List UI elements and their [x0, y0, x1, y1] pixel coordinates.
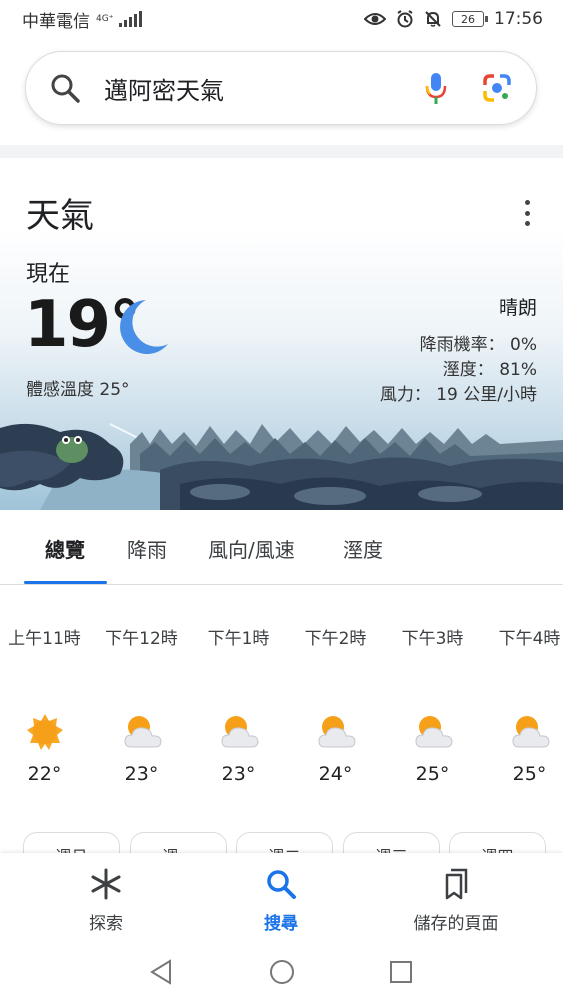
search-icon[interactable] [50, 73, 80, 103]
weather-title: 天氣 [26, 196, 94, 236]
alarm-icon [397, 10, 413, 28]
hour-temperature: 25° [415, 763, 450, 785]
hour-label: 下午2時 [304, 629, 367, 649]
status-left: 中華電信 4G⁺ [22, 7, 143, 32]
hour-label: 下午4時 [498, 629, 561, 649]
wind-speed: 風力： 19 公里/小時 [379, 385, 537, 405]
asterisk-icon [91, 868, 121, 900]
partly-cloudy-icon [415, 716, 453, 748]
tab-humidity[interactable]: 溼度 [343, 534, 383, 563]
battery-icon: 26 [452, 11, 488, 27]
nav-discover[interactable]: 探索 [31, 867, 181, 934]
nav-discover-label: 探索 [89, 914, 123, 934]
more-options-icon[interactable] [519, 200, 535, 226]
tab-overview[interactable]: 總覽 [45, 534, 85, 563]
partly-cloudy-icon [512, 716, 550, 748]
hour-temperature: 25° [512, 763, 547, 785]
status-bar: 中華電信 4G⁺ 26 17:56 [0, 0, 563, 38]
hour-label: 上午11時 [8, 629, 81, 649]
hour-label: 下午12時 [105, 629, 178, 649]
bookmarks-icon [445, 868, 468, 900]
partly-cloudy-icon [221, 716, 259, 748]
sun-icon [27, 714, 63, 750]
hour-temperature: 23° [221, 763, 256, 785]
carrier-name: 中華電信 [22, 11, 90, 32]
now-label: 現在 [26, 262, 71, 287]
hour-temperature: 22° [27, 763, 62, 785]
humidity-value: 溼度： 81% [442, 360, 537, 380]
back-icon[interactable] [148, 958, 174, 986]
signal-icon [119, 11, 143, 27]
microphone-icon[interactable] [424, 71, 448, 105]
search-input[interactable]: 邁阿密天氣 [104, 71, 424, 106]
nav-saved-label: 儲存的頁面 [413, 914, 499, 934]
section-divider [0, 145, 563, 158]
active-tab-indicator [24, 581, 107, 584]
condition-text: 晴朗 [498, 297, 537, 319]
nav-search-label: 搜尋 [264, 914, 298, 934]
hour-label: 下午3時 [401, 629, 464, 649]
home-icon[interactable] [268, 958, 296, 986]
partly-cloudy-icon [124, 716, 162, 748]
hour-temperature: 23° [124, 763, 159, 785]
hour-label: 下午1時 [207, 629, 270, 649]
status-right: 26 17:56 [364, 9, 543, 29]
hour-temperature: 24° [318, 763, 353, 785]
tab-wind[interactable]: 風向/風速 [208, 534, 295, 563]
search-bar[interactable]: 邁阿密天氣 [25, 51, 537, 125]
feels-like: 體感溫度 25° [26, 380, 130, 400]
network-type: 4G⁺ [96, 13, 114, 24]
nav-saved[interactable]: 儲存的頁面 [381, 867, 531, 934]
tab-precipitation[interactable]: 降雨 [127, 534, 167, 563]
eye-comfort-icon [364, 13, 386, 25]
weather-scene-illustration [0, 423, 563, 510]
moon-icon [120, 300, 168, 354]
bottom-navigation: 探索 搜尋 儲存的頁面 [0, 853, 563, 943]
system-navigation-bar [0, 943, 563, 1000]
mute-icon [425, 11, 441, 27]
weather-card: 天氣 現在 19° 體感溫度 25° 晴朗 降雨機率： 0% 溼度： 81% 風… [0, 158, 563, 510]
weather-tabs: 總覽 降雨 風向/風速 溼度 [0, 510, 563, 585]
google-lens-icon[interactable] [482, 73, 512, 103]
nav-search[interactable]: 搜尋 [206, 867, 356, 934]
precipitation-chance: 降雨機率： 0% [419, 335, 537, 355]
partly-cloudy-icon [318, 716, 356, 748]
recents-icon[interactable] [388, 959, 414, 985]
search-icon [267, 870, 296, 899]
clock: 17:56 [494, 9, 543, 29]
